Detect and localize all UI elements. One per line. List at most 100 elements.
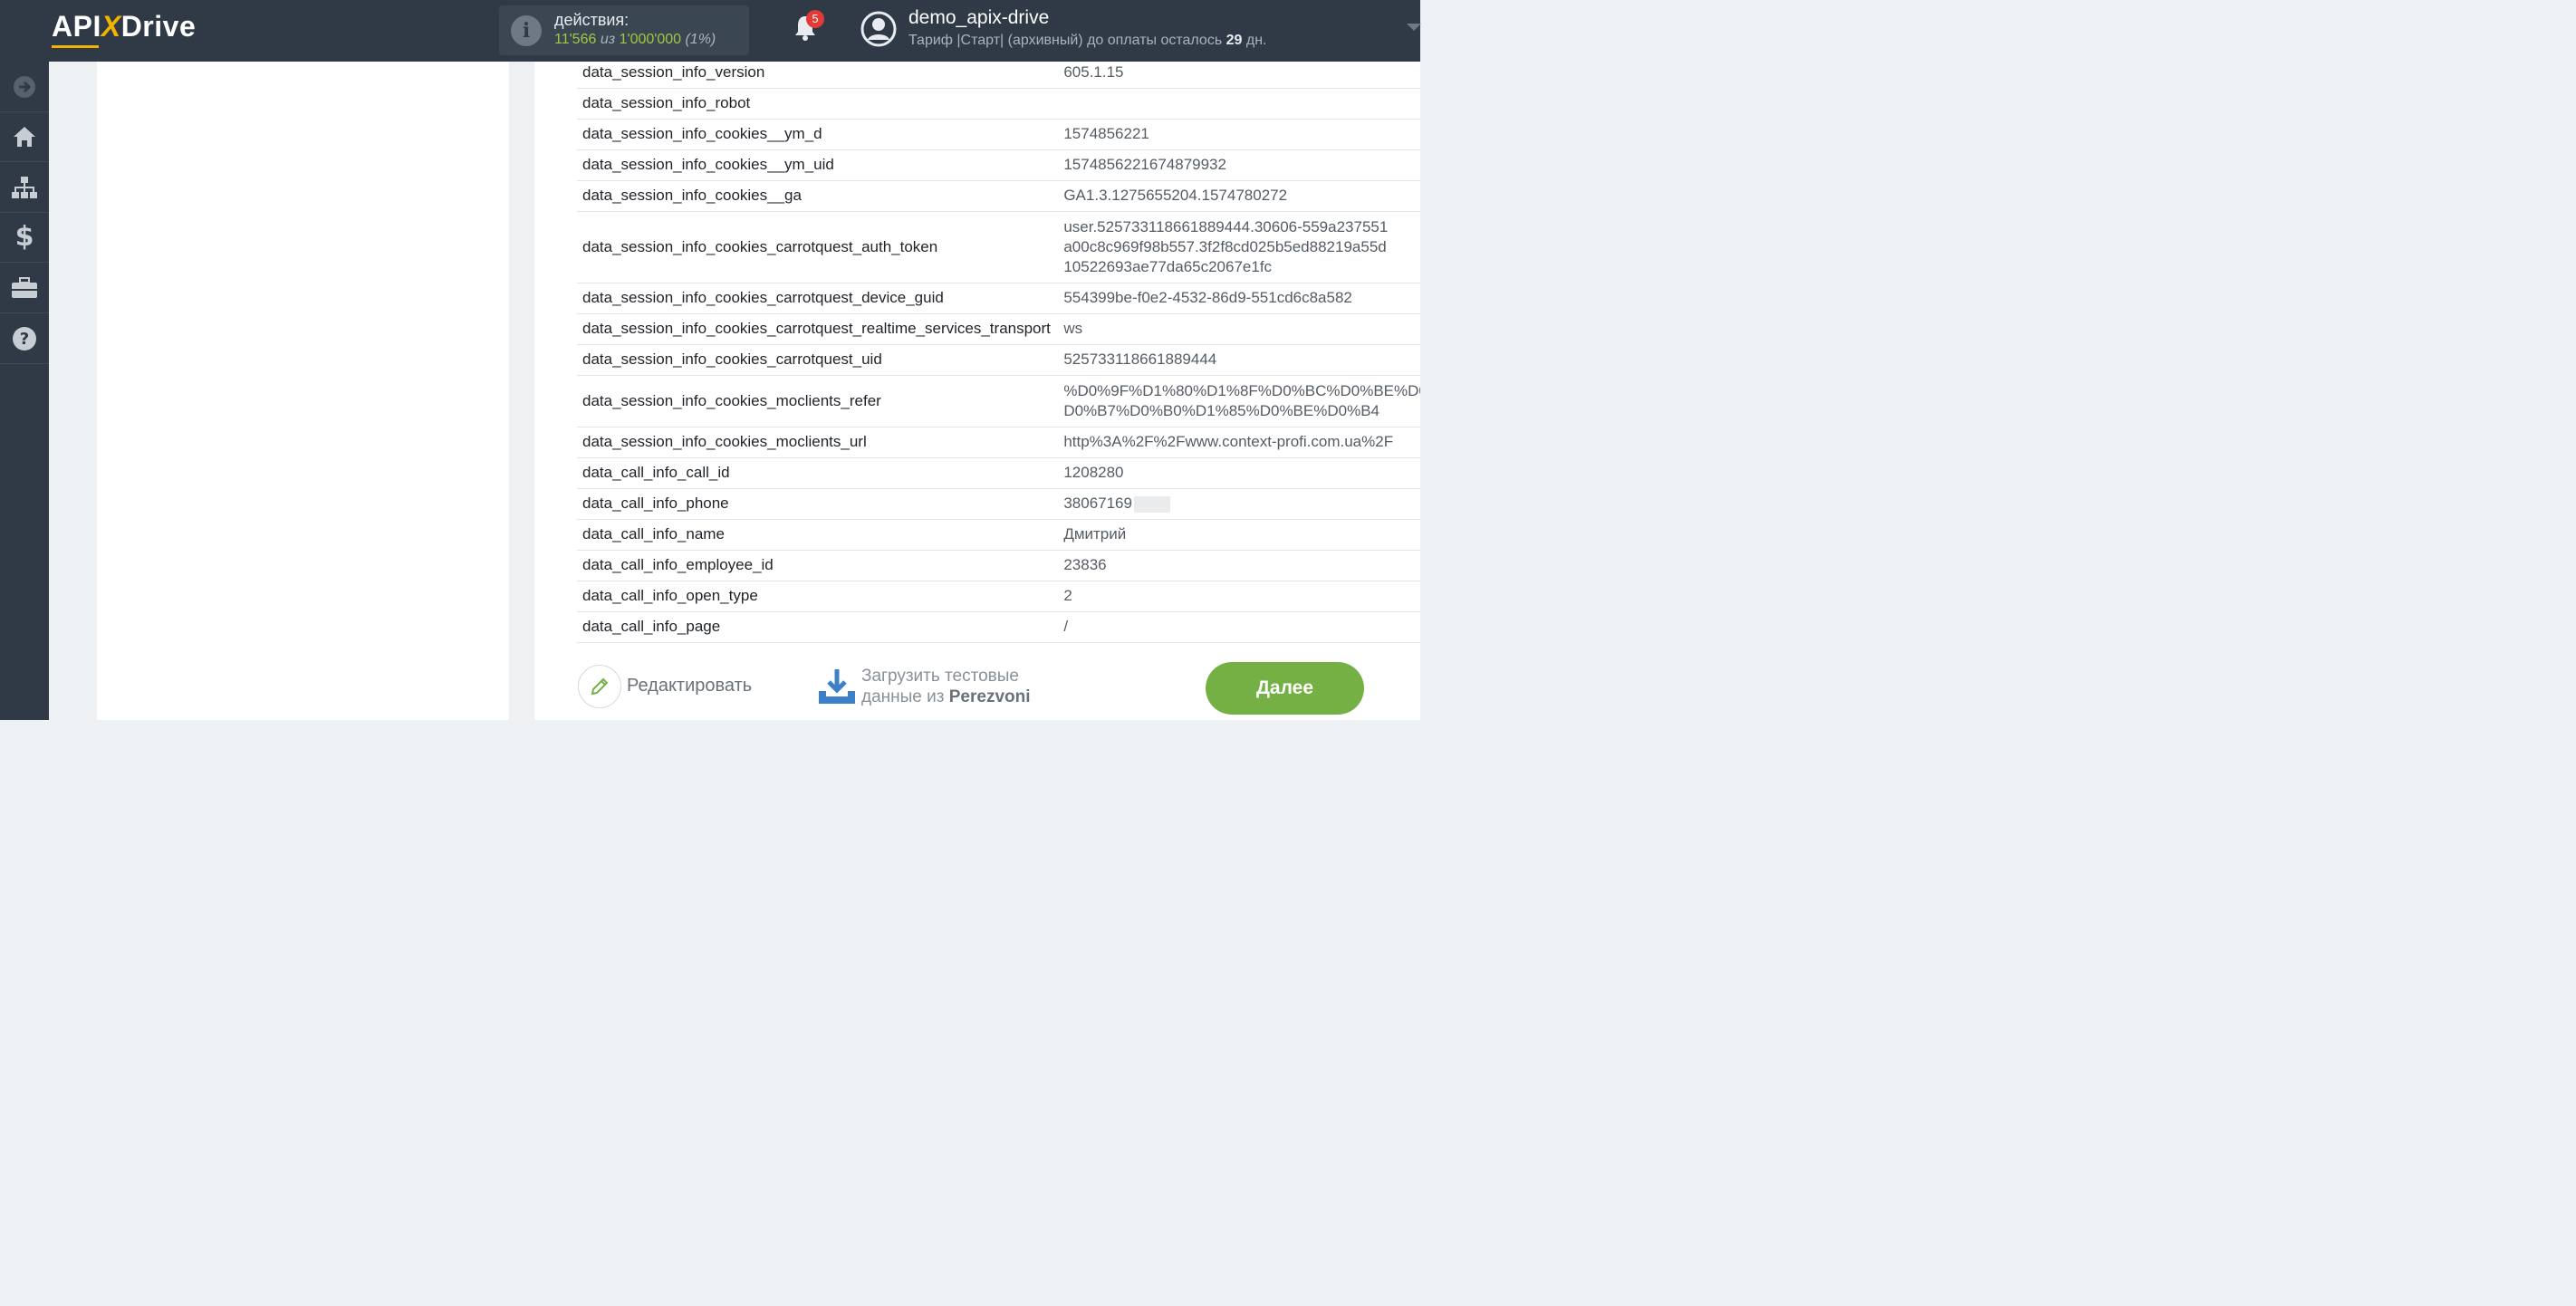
field-key: data_session_info_cookies__ga (577, 180, 1059, 212)
field-row: data_session_info_cookies__ga GA1.3.12756… (577, 180, 1420, 212)
field-value-text: 605.1.15 (1063, 62, 1124, 81)
actions-of-word: из (600, 32, 616, 47)
field-key: data_session_info_cookies_carrotquest_ui… (577, 344, 1059, 376)
field-value-text: / (1063, 618, 1069, 635)
sidebar-item-help[interactable]: ? (0, 313, 49, 364)
field-value: http%3A%2F%2Fwww.context-profi.com.ua%2F (1058, 427, 1420, 458)
field-value (1058, 88, 1420, 120)
field-key: data_call_info_page (577, 611, 1059, 643)
field-row: data_session_info_cookies_carrotquest_de… (577, 283, 1420, 314)
field-value: ws (1058, 313, 1420, 345)
field-key: data_session_info_cookies_moclients_url (577, 427, 1059, 458)
field-value-line: 10522693ae77da65c2067e1fc (1063, 257, 1273, 275)
actions-percent: (1%) (685, 32, 716, 47)
field-value: Дмитрий (1058, 519, 1420, 551)
sitemap-icon (12, 176, 37, 198)
next-button[interactable]: Далее (1206, 662, 1364, 715)
download-label-line1: Загрузить тестовые (861, 667, 1019, 686)
actions-total: 1'000'000 (619, 32, 682, 47)
download-label-line2: данные из (861, 687, 945, 706)
field-key: data_session_info_cookies_carrotquest_re… (577, 313, 1059, 345)
user-avatar-icon[interactable] (860, 11, 897, 47)
field-value-line: a00c8c969f98b557.3f2f8cd025b5ed88219a55d (1063, 237, 1387, 255)
logo-suffix: Drive (120, 10, 197, 43)
logo-underline (52, 45, 99, 48)
field-value: %D0%9F%D1%80%D1%8F%D0%BC%D0%BE%D0% D0%B7%… (1058, 375, 1420, 427)
notification-badge[interactable]: 5 (806, 10, 824, 28)
field-value: user.525733118661889444.30606-559a237551… (1058, 211, 1420, 283)
logo-prefix: API (52, 10, 101, 43)
field-key: data_session_info_cookies_carrotquest_au… (577, 211, 1059, 283)
dollar-icon: $ (14, 221, 34, 253)
download-icon[interactable] (817, 667, 857, 706)
field-row: data_session_info_cookies_carrotquest_ui… (577, 344, 1420, 376)
sidebar: $ ? (0, 62, 49, 720)
field-value-text: 554399be-f0e2-4532-86d9-551cd6c8a582 (1063, 289, 1352, 306)
download-service-name: Perezvoni (948, 687, 1031, 706)
field-key: data_session_info_version (577, 62, 1059, 89)
edit-label[interactable]: Редактировать (627, 676, 752, 696)
download-test-data-button[interactable]: Загрузить тестовые данные из Perezvoni (861, 666, 1031, 707)
sidebar-item-collapse[interactable] (0, 62, 49, 112)
apix-drive-logo[interactable]: APIXDrive (52, 10, 197, 48)
sidebar-item-billing[interactable]: $ (0, 212, 49, 263)
test-data-table: data_session_info_version 605.1.15 data_se… (577, 62, 1420, 643)
field-row: data_call_info_name Дмитрий (577, 519, 1420, 551)
field-key: data_session_info_robot (577, 88, 1059, 120)
actions-counter: i действия: 11'566 из 1'000'000 (1%) (499, 5, 749, 55)
edit-button[interactable] (578, 665, 621, 708)
username[interactable]: demo_apix-drive (908, 7, 1049, 29)
actions-title: действия: (554, 11, 630, 29)
field-value: 38067169 (1058, 488, 1420, 520)
field-value-text: Дмитрий (1063, 525, 1127, 543)
field-value-text: GA1.3.1275655204.1574780272 (1063, 187, 1288, 204)
field-value-text: 38067169 (1063, 495, 1132, 512)
tariff-info: Тариф |Старт| (архивный) до оплаты остал… (908, 33, 1266, 49)
field-value-text: 23836 (1063, 556, 1107, 573)
field-value-text: 1574856221 (1063, 125, 1149, 142)
sidebar-item-home[interactable] (0, 111, 49, 162)
home-icon (14, 126, 35, 147)
field-row: data_session_info_cookies__ym_uid 1574856… (577, 149, 1420, 181)
field-row: data_session_info_cookies_moclients_url h… (577, 427, 1420, 458)
field-row: data_session_info_cookies__ym_d 157485622… (577, 119, 1420, 150)
field-value: 1574856221674879932 (1058, 149, 1420, 181)
field-row: data_session_info_robot (577, 88, 1420, 120)
field-value-line: user.525733118661889444.30606-559a237551 (1063, 217, 1389, 235)
chevron-down-icon[interactable] (1407, 24, 1421, 31)
field-value-text: 1208280 (1063, 464, 1124, 481)
field-value: GA1.3.1275655204.1574780272 (1058, 180, 1420, 212)
field-value: / (1058, 611, 1420, 643)
field-value-line: D0%B7%D0%B0%D1%85%D0%BE%D0%B4 (1063, 401, 1379, 419)
field-key: data_call_info_employee_id (577, 550, 1059, 581)
sidebar-item-tools[interactable] (0, 263, 49, 313)
field-row: data_session_info_cookies_carrotquest_au… (577, 211, 1420, 283)
field-value: 1208280 (1058, 457, 1420, 489)
field-row: data_session_info_version 605.1.15 (577, 62, 1420, 89)
sidebar-item-connections[interactable] (0, 162, 49, 213)
field-row: data_call_info_open_type 2 (577, 581, 1420, 612)
field-value-line: %D0%9F%D1%80%D1%8F%D0%BC%D0%BE%D0% (1063, 381, 1420, 399)
field-value-text: ws (1063, 320, 1083, 337)
field-row: data_session_info_cookies_moclients_refe… (577, 375, 1420, 427)
field-value: 605.1.15 (1058, 62, 1420, 89)
briefcase-icon (12, 276, 37, 298)
field-row: data_call_info_call_id 1208280 (577, 457, 1420, 489)
field-key: data_call_info_open_type (577, 581, 1059, 612)
test-data-panel: data_session_info_version 605.1.15 data_se… (534, 62, 1420, 720)
field-key: data_session_info_cookies__ym_d (577, 119, 1059, 150)
field-key: data_call_info_call_id (577, 457, 1059, 489)
field-value: 2 (1058, 581, 1420, 612)
logo-x: X (101, 10, 121, 43)
info-icon: i (511, 15, 542, 46)
field-value: 554399be-f0e2-4532-86d9-551cd6c8a582 (1058, 283, 1420, 314)
tariff-days-suffix: дн. (1245, 33, 1267, 48)
field-key: data_session_info_cookies_carrotquest_de… (577, 283, 1059, 314)
left-panel (97, 62, 509, 720)
field-row: data_call_info_employee_id 23836 (577, 550, 1420, 581)
arrow-right-circle-icon (14, 75, 35, 98)
field-key: data_session_info_cookies_moclients_refe… (577, 375, 1059, 427)
actions-usage: 11'566 из 1'000'000 (1%) (554, 32, 716, 48)
field-value: 1574856221 (1058, 119, 1420, 150)
tariff-text: Тариф |Старт| (архивный) до оплаты остал… (908, 33, 1223, 48)
